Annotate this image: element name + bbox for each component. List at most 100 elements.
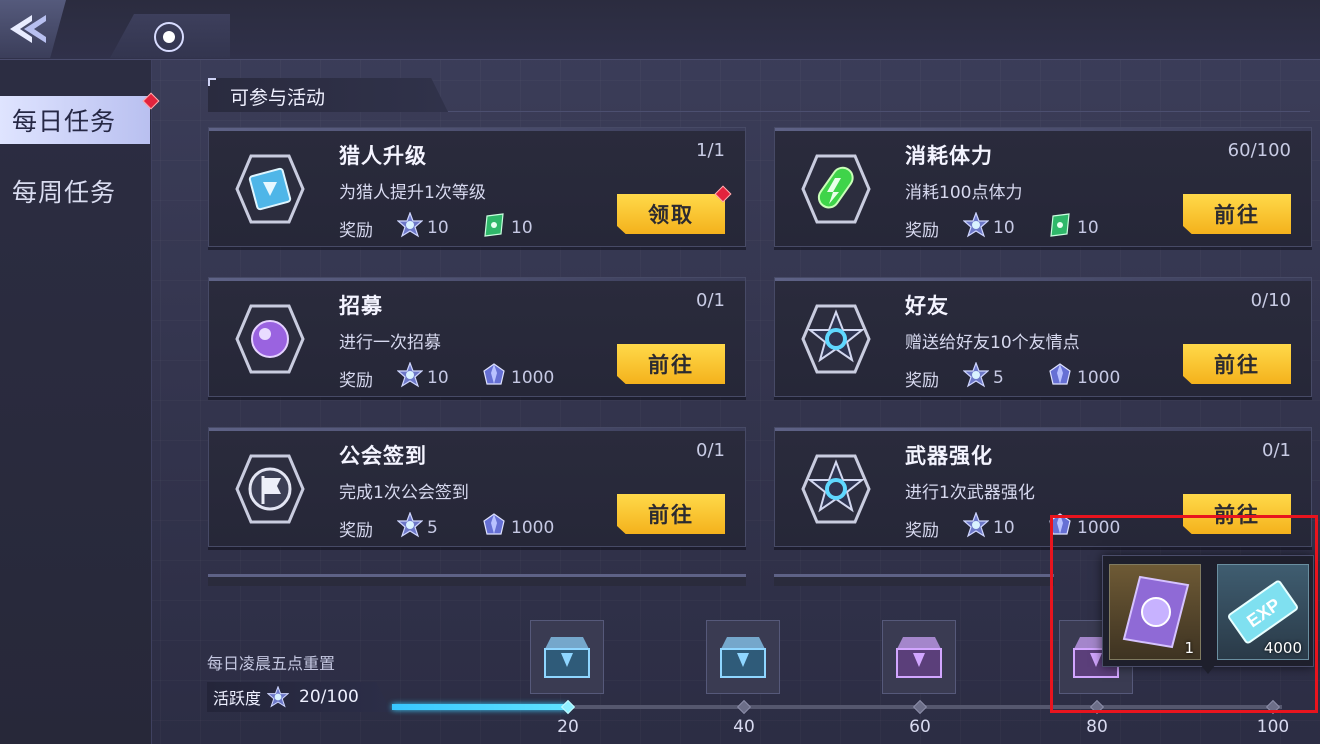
reward-value: 10 [1077,217,1099,238]
task-description: 赠送给好友10个友情点 [905,333,1080,353]
reward-label: 奖励 [339,521,373,541]
action-button-label: 领取 [648,203,694,227]
green-book-icon [1047,212,1073,243]
chest-icon [544,637,590,678]
star-badge-icon [397,212,423,243]
reward-chest[interactable] [882,620,956,694]
activity-panel: 活跃度 20/100 [207,682,391,712]
sidebar: 每日任务 每周任务 [0,60,160,744]
green-book-icon [481,212,507,243]
reward-label: 奖励 [339,221,373,241]
star-badge-icon [963,362,989,393]
reward-label: 奖励 [905,221,939,241]
go-button[interactable]: 前往 [1183,194,1291,234]
back-arrow-icon [10,15,46,43]
target-icon[interactable] [154,22,184,52]
task-title: 好友 [905,294,949,318]
reward-chest[interactable] [706,620,780,694]
reward-value: 10 [427,217,449,238]
task-title: 猎人升级 [339,144,427,168]
star-badge-icon [397,512,423,543]
reward-value: 10 [427,367,449,388]
reward-label: 奖励 [339,371,373,391]
reward-value: 1000 [1077,367,1121,388]
tab-daily-tasks-label: 每日任务 [12,107,117,136]
task-title: 消耗体力 [905,144,993,168]
action-button-label: 前往 [1214,203,1260,227]
task-description: 进行一次招募 [339,333,441,353]
milestone-label: 40 [733,717,755,737]
crystal-icon [1047,362,1073,393]
reward-value: 10 [511,217,533,238]
reward-value: 10 [993,517,1015,538]
action-button-label: 前往 [648,353,694,377]
popup-pointer [1200,664,1216,674]
popup-item[interactable]: 1 [1109,564,1201,660]
reward-preview-popup: 1 EXP 4000 [1102,555,1314,667]
reset-notice: 每日凌晨五点重置 [207,654,336,673]
milestone-label: 100 [1256,717,1290,737]
reward-item: 10 [481,212,533,243]
milestone-label: 80 [1086,717,1108,737]
go-button[interactable]: 前往 [617,494,725,534]
crystal-icon [481,362,507,393]
reward-item: 10 [1047,212,1099,243]
go-button[interactable]: 前往 [1183,494,1291,534]
reward-item: 10 [397,212,449,243]
chest-icon [720,637,766,678]
task-progress: 0/1 [696,440,725,461]
section-title-text: 可参与活动 [230,87,326,109]
star-badge-icon [397,362,423,393]
milestone-marker [736,699,752,715]
milestone-marker [560,699,576,715]
friend-star-emblem-icon [801,304,871,374]
task-card: 好友 0/10 赠送给好友10个友情点 奖励 5 1000 前往 [774,277,1312,397]
task-card: 武器强化 0/1 进行1次武器强化 奖励 10 1000 前往 [774,427,1312,547]
task-progress: 0/1 [1262,440,1291,461]
task-card: 招募 0/1 进行一次招募 奖励 10 1000 前往 [208,277,746,397]
milestone-marker [1089,699,1105,715]
reward-item: 5 [963,362,1004,393]
back-button[interactable] [0,0,66,58]
reward-item: 1000 [1047,512,1120,543]
popup-item[interactable]: EXP 4000 [1217,564,1309,660]
reward-chest[interactable] [530,620,604,694]
reward-value: 10 [993,217,1015,238]
section-corner-deco [208,78,216,86]
action-button-label: 前往 [648,503,694,527]
task-card: 消耗体力 60/100 消耗100点体力 奖励 10 10 前往 [774,127,1312,247]
task-description: 进行1次武器强化 [905,483,1035,503]
star-badge-icon [267,686,290,708]
action-button-label: 前往 [1214,353,1260,377]
task-progress: 0/1 [696,290,725,311]
reward-item: 10 [963,512,1015,543]
top-bar [0,0,1320,60]
task-title: 武器强化 [905,444,993,468]
reward-label: 奖励 [905,521,939,541]
action-button-label: 前往 [1214,503,1260,527]
task-description: 完成1次公会签到 [339,483,469,503]
weapon-star-emblem-icon [801,454,871,524]
claim-button[interactable]: 领取 [617,194,725,234]
tab-daily-tasks[interactable]: 每日任务 [0,96,150,144]
milestone-label: 60 [909,717,931,737]
task-progress: 1/1 [696,140,725,161]
activity-progress-fill [392,704,568,710]
task-description: 消耗100点体力 [905,183,1023,203]
task-title: 公会签到 [339,444,427,468]
book-emblem-icon [235,154,305,224]
star-badge-icon [963,212,989,243]
guild-flag-emblem-icon [235,454,305,524]
reward-item: 5 [397,512,438,543]
activity-value: 20/100 [299,687,359,707]
reward-item: 10 [397,362,449,393]
task-card-partial [208,574,746,586]
go-button[interactable]: 前往 [1183,344,1291,384]
go-button[interactable]: 前往 [617,344,725,384]
task-description: 为猎人提升1次等级 [339,183,486,203]
task-progress: 0/10 [1250,290,1291,311]
popup-item-count: 4000 [1263,639,1302,657]
section-title: 可参与活动 [208,78,448,112]
tab-weekly-tasks[interactable]: 每周任务 [0,167,150,215]
reward-item: 1000 [1047,362,1120,393]
